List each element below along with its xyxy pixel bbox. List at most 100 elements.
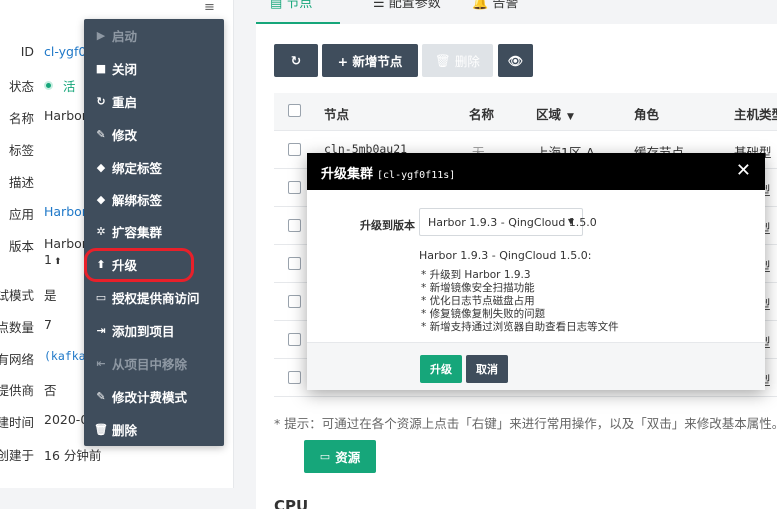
resource-button[interactable]: ▭ 资源 xyxy=(304,440,376,473)
menu-toggle-icon[interactable]: ≡ xyxy=(204,0,216,15)
server-icon: ▤ xyxy=(270,0,287,11)
menu-item-remove-from-project[interactable]: ⇤ 从项目中移除 xyxy=(84,347,224,379)
menu-item-label: 删除 xyxy=(112,422,138,438)
version-field-label: 升级到版本 xyxy=(360,219,415,232)
detail-label: 点数量 xyxy=(0,320,34,335)
detail-label: 标签 xyxy=(8,143,34,158)
network-link[interactable]: (kafka xyxy=(44,349,86,363)
column-header-zone[interactable]: 区域 ▼ xyxy=(536,104,574,123)
status-badge: 活 xyxy=(44,76,76,95)
row-checkbox[interactable] xyxy=(288,371,301,384)
confirm-upgrade-button[interactable]: 升级 xyxy=(420,355,462,383)
menu-item-restart[interactable]: ↻ 重启 xyxy=(84,85,224,117)
cancel-button[interactable]: 取消 xyxy=(466,355,508,383)
refresh-icon: ↻ xyxy=(290,53,302,68)
tab-label: 告警 xyxy=(492,0,519,11)
detail-value: 7 xyxy=(44,317,52,332)
refresh-button[interactable]: ↻ xyxy=(274,44,318,77)
menu-item-label: 添加到项目 xyxy=(112,323,175,339)
menu-item-scale-cluster[interactable]: ✲ 扩容集群 xyxy=(84,215,224,247)
play-icon: ▶ xyxy=(96,28,106,42)
version-suffix: 1 ⬆ xyxy=(44,252,62,267)
menu-item-modify[interactable]: ✎ 修改 xyxy=(84,118,224,150)
menu-item-upgrade[interactable]: ⬆ 升级 xyxy=(84,248,224,280)
menu-item-stop[interactable]: ■ 关闭 xyxy=(84,52,224,84)
menu-item-bind-tag[interactable]: ◆ 绑定标签 xyxy=(84,151,224,183)
trash-icon: 🗑 xyxy=(94,422,108,436)
menu-item-unbind-tag[interactable]: ◆ 解绑标签 xyxy=(84,183,224,215)
column-header-host-type[interactable]: 主机类型 xyxy=(734,104,777,123)
detail-label: 创建于 xyxy=(0,448,34,463)
app-link[interactable]: Harbor xyxy=(44,204,87,219)
sort-caret-icon: ▼ xyxy=(567,112,574,122)
dialog-title-text: 升级集群 xyxy=(321,167,374,182)
select-all-checkbox[interactable] xyxy=(288,104,301,117)
upgrade-cluster-dialog: 升级集群 [cl-ygf0f11s] ✕ 升级到版本 Harbor 1.9.3 -… xyxy=(307,153,765,390)
zone-header-label: 区域 xyxy=(536,107,562,122)
dialog-footer: 升级 取消 xyxy=(307,342,765,390)
menu-item-label: 修改 xyxy=(112,127,138,143)
row-checkbox[interactable] xyxy=(288,143,301,156)
dialog-cluster-id: [cl-ygf0f11s] xyxy=(377,170,456,181)
detail-label: 描述 xyxy=(8,175,34,190)
menu-item-label: 授权提供商访问 xyxy=(112,290,200,306)
menu-item-authorize-provider[interactable]: ▭ 授权提供商访问 xyxy=(84,281,224,313)
add-node-button[interactable]: + 新增节点 xyxy=(322,44,418,77)
context-menu: ▶ 启动 ■ 关闭 ↻ 重启 ✎ 修改 ◆ 绑定标签 ◆ 解绑标签 ✲ 扩容集群 ⬆ 升级 ▭ 授… xyxy=(84,19,224,446)
delete-label: 删除 xyxy=(454,54,480,69)
column-header-node[interactable]: 节点 xyxy=(324,104,349,123)
eye-icon: 👁 xyxy=(507,53,524,68)
menu-item-label: 启动 xyxy=(112,28,138,44)
row-checkbox[interactable] xyxy=(288,333,301,346)
detail-value: Harbor xyxy=(44,108,87,123)
menu-item-label: 解绑标签 xyxy=(112,192,163,208)
menu-item-label: 关闭 xyxy=(112,61,138,77)
arrow-up-icon: ⬆ xyxy=(96,257,106,271)
menu-item-start[interactable]: ▶ 启动 xyxy=(84,19,224,51)
row-checkbox[interactable] xyxy=(288,295,301,308)
monitor-icon: ▭ xyxy=(319,450,331,463)
monitor-icon: ▭ xyxy=(95,290,107,304)
upgrade-arrow-icon: ⬆ xyxy=(53,257,62,267)
detail-label: ID xyxy=(20,44,34,59)
menu-item-billing-mode[interactable]: ✎ 修改计费模式 xyxy=(84,380,224,412)
column-header-name[interactable]: 名称 xyxy=(469,104,494,123)
chevron-down-icon: ▼ xyxy=(567,217,574,226)
menu-item-label: 升级 xyxy=(112,257,138,273)
menu-item-label: 重启 xyxy=(112,94,138,110)
row-checkbox[interactable] xyxy=(288,257,301,270)
detail-value: 否 xyxy=(44,383,57,398)
tab-config-label: ☰ 配置参数 xyxy=(373,0,441,11)
version-select[interactable]: Harbor 1.9.3 - QingCloud 1.5.0 ▼ xyxy=(419,208,597,236)
detail-value: 2020-0 xyxy=(44,412,89,427)
cpu-section-title: CPU xyxy=(274,497,309,509)
bell-icon: 🔔 xyxy=(472,0,493,11)
detail-value: 16 分钟前 xyxy=(44,448,102,463)
tab-alerts-label: 🔔 告警 xyxy=(472,0,518,11)
delete-node-button[interactable]: 🗑 删除 xyxy=(422,44,493,77)
menu-item-delete[interactable]: 🗑 删除 xyxy=(84,413,224,445)
detail-row-created-ago: 创建于 16 分钟前 xyxy=(0,445,234,477)
restart-icon: ↻ xyxy=(96,94,106,108)
cluster-id-link[interactable]: cl-ygf0 xyxy=(44,44,86,59)
table-header: 节点 名称 区域 ▼ 角色 主机类型 xyxy=(274,93,777,131)
menu-item-label: 扩容集群 xyxy=(112,224,163,240)
tab-label: 配置参数 xyxy=(388,0,441,11)
detail-label: 版本 xyxy=(8,239,34,254)
menu-item-label: 修改计费模式 xyxy=(112,389,188,405)
pencil-icon: ✎ xyxy=(96,389,106,403)
dialog-title: 升级集群 [cl-ygf0f11s] xyxy=(321,163,455,182)
detail-label: 名称 xyxy=(8,111,34,126)
menu-item-add-to-project[interactable]: ⇥ 添加到项目 xyxy=(84,314,224,346)
stop-icon: ■ xyxy=(95,61,107,75)
view-button[interactable]: 👁 xyxy=(498,44,533,77)
detail-label: 建时间 xyxy=(0,415,34,430)
row-checkbox[interactable] xyxy=(288,219,301,232)
list-icon: ☰ xyxy=(373,0,389,11)
close-icon[interactable]: ✕ xyxy=(736,160,751,181)
release-note-item: * 新增支持通过浏览器自助查看日志等文件 xyxy=(421,321,619,333)
status-text: 活 xyxy=(63,79,76,94)
detail-label: 提供商 xyxy=(0,383,34,398)
row-checkbox[interactable] xyxy=(288,181,301,194)
column-header-role[interactable]: 角色 xyxy=(634,104,659,123)
